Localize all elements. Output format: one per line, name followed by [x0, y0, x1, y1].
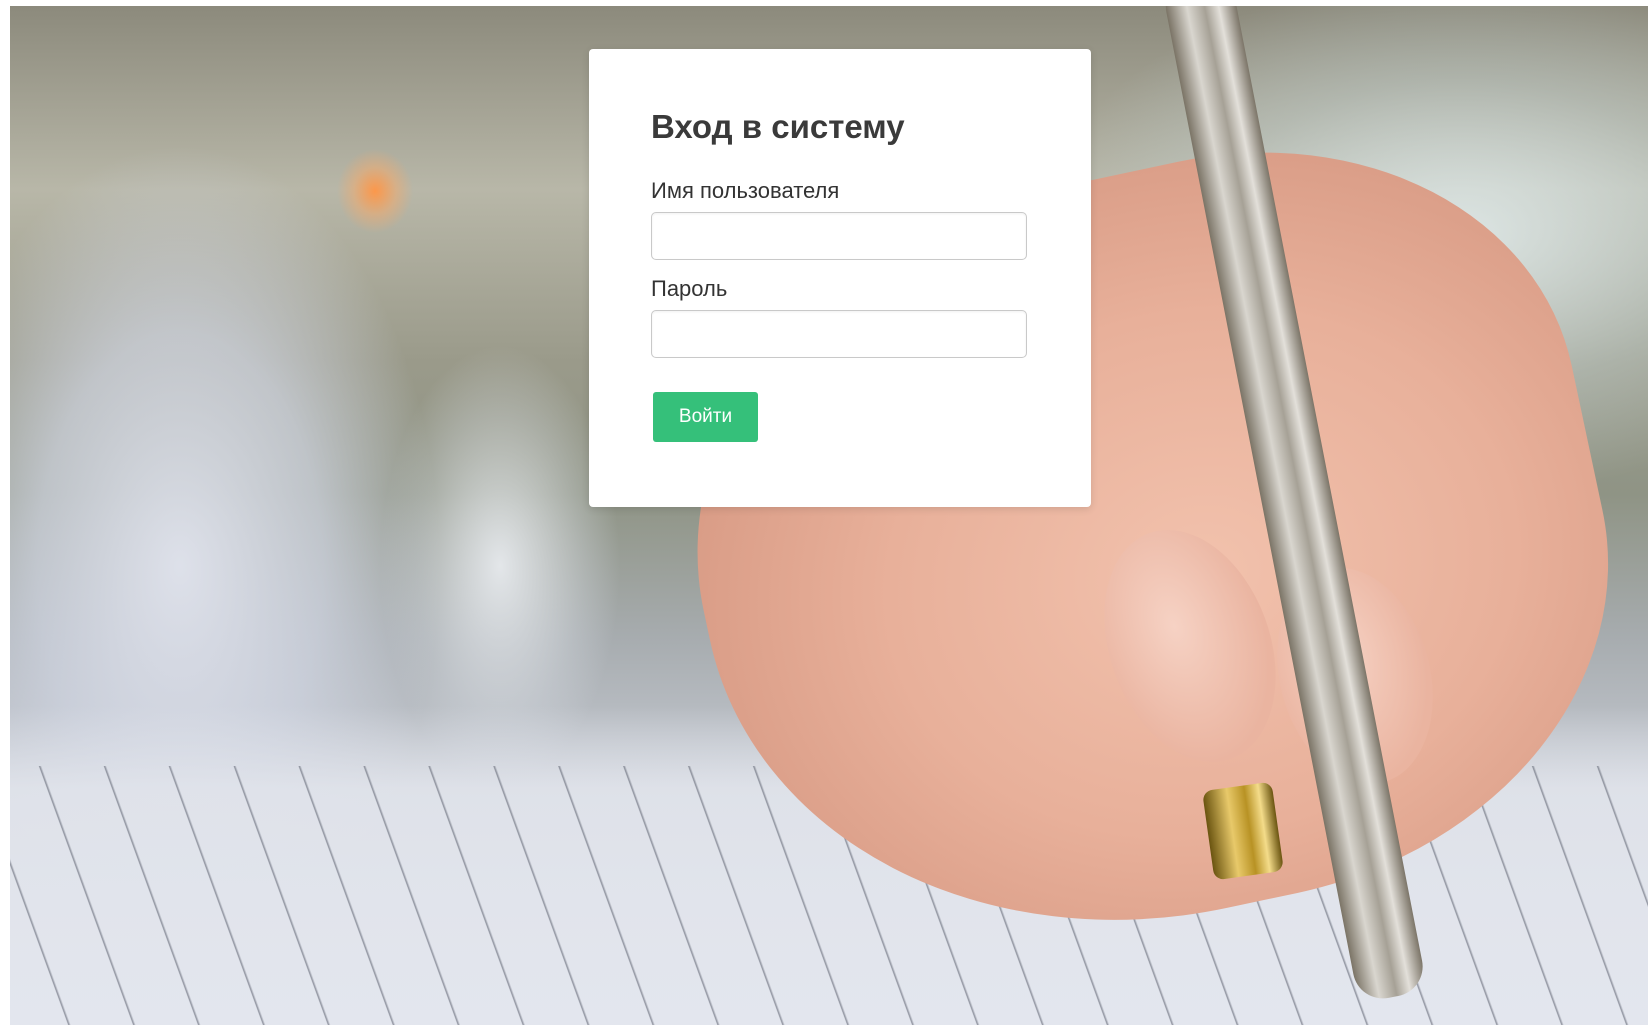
password-input[interactable]: [651, 310, 1027, 358]
login-title: Вход в систему: [651, 108, 905, 145]
username-input[interactable]: [651, 212, 1027, 260]
left-border: [0, 0, 10, 1025]
login-card: Вход в систему Имя пользователя Пароль В…: [589, 49, 1091, 507]
password-label: Пароль: [651, 276, 728, 301]
login-page: Вход в систему Имя пользователя Пароль В…: [0, 0, 1648, 1025]
username-label: Имя пользователя: [651, 178, 840, 203]
background-pen-tip: [1202, 781, 1284, 881]
login-button[interactable]: Войти: [653, 392, 758, 442]
